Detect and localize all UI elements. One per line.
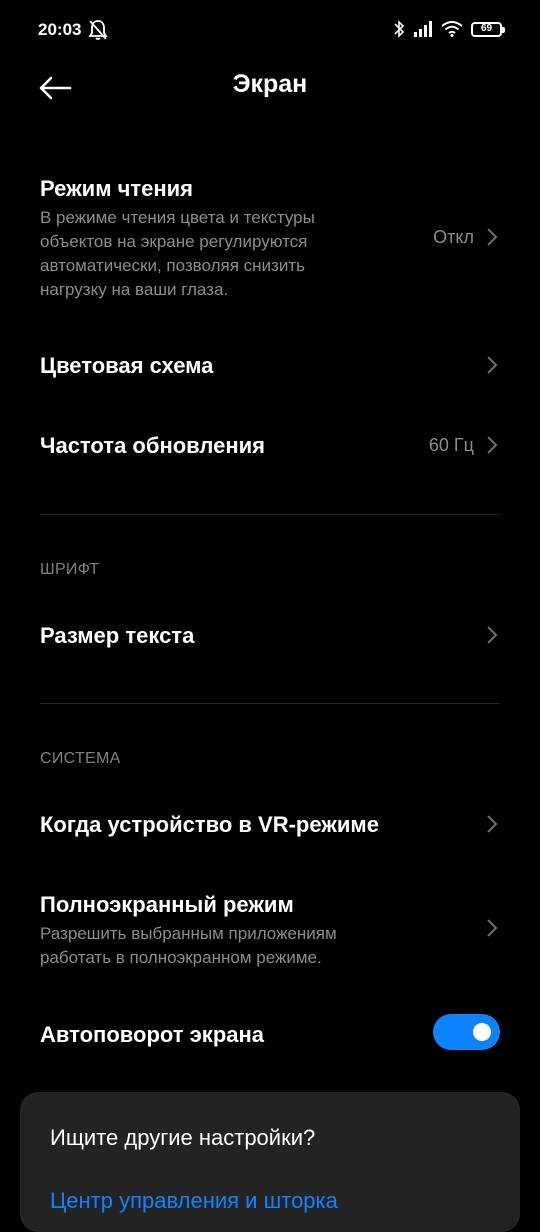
setting-value: Откл: [433, 227, 474, 247]
status-time: 20:03: [38, 20, 82, 39]
setting-description: В режиме чтения цвета и текстуры объекто…: [40, 206, 380, 302]
search-more-settings-card: Ищите другие настройки? Центр управления…: [20, 1092, 520, 1232]
status-bar: 20:03 69: [0, 0, 540, 60]
description-line: нагрузку на ваши глаза.: [40, 280, 229, 299]
page-title: Экран: [232, 70, 308, 98]
setting-color-scheme[interactable]: Цветовая схема: [0, 335, 540, 395]
setting-text-size[interactable]: Размер текста: [0, 605, 540, 665]
description-line: автоматически, позволяя снизить: [40, 256, 305, 275]
setting-description: Разрешить выбранным приложениям работать…: [40, 922, 420, 970]
setting-title: Размер текста: [40, 623, 195, 648]
setting-title: Частота обновления: [40, 433, 265, 458]
setting-refresh-rate[interactable]: Частота обновления 60 Гц: [0, 415, 540, 475]
top-app-bar: Экран: [0, 60, 540, 116]
description-line: В режиме чтения цвета и текстуры: [40, 208, 315, 227]
description-line: работать в полноэкранном режиме.: [40, 948, 322, 967]
status-icons: 69: [393, 19, 505, 39]
battery-level: 69: [480, 23, 493, 34]
card-title: Ищите другие настройки?: [50, 1125, 316, 1150]
chevron-right-icon: [487, 436, 498, 454]
section-divider: [40, 703, 500, 704]
signal-icon: [414, 21, 432, 37]
setting-title: Цветовая схема: [40, 353, 214, 378]
description-line: объектов на экране регулируются: [40, 232, 308, 251]
setting-vr-mode[interactable]: Когда устройство в VR-режиме: [0, 795, 540, 855]
setting-value: 60 Гц: [428, 435, 474, 455]
setting-title: Автоповорот экрана: [40, 1022, 265, 1047]
toggle-knob: [473, 1023, 491, 1041]
control-center-link[interactable]: Центр управления и шторка: [50, 1188, 338, 1214]
bluetooth-icon: [394, 20, 405, 38]
description-line: Разрешить выбранным приложениям: [40, 924, 337, 943]
chevron-right-icon: [487, 919, 498, 937]
chevron-right-icon: [487, 228, 498, 246]
bell-off-icon: [88, 20, 108, 40]
setting-title: Режим чтения: [40, 176, 194, 201]
section-divider: [40, 514, 500, 515]
chevron-right-icon: [487, 356, 498, 374]
wifi-icon: [441, 21, 463, 37]
section-header-system: СИСТЕМА: [40, 750, 121, 767]
setting-title: Полноэкранный режим: [40, 892, 294, 917]
battery-icon: 69: [471, 21, 505, 37]
setting-title: Когда устройство в VR-режиме: [40, 812, 379, 837]
chevron-right-icon: [487, 626, 498, 644]
setting-fullscreen-mode[interactable]: Полноэкранный режим Разрешить выбранным …: [0, 875, 540, 975]
setting-reading-mode[interactable]: Режим чтения В режиме чтения цвета и тек…: [0, 160, 540, 320]
setting-autorotate[interactable]: Автоповорот экрана: [0, 1005, 540, 1065]
section-header-font: ШРИФТ: [40, 561, 100, 578]
chevron-right-icon: [487, 815, 498, 833]
autorotate-toggle[interactable]: [433, 1014, 500, 1050]
